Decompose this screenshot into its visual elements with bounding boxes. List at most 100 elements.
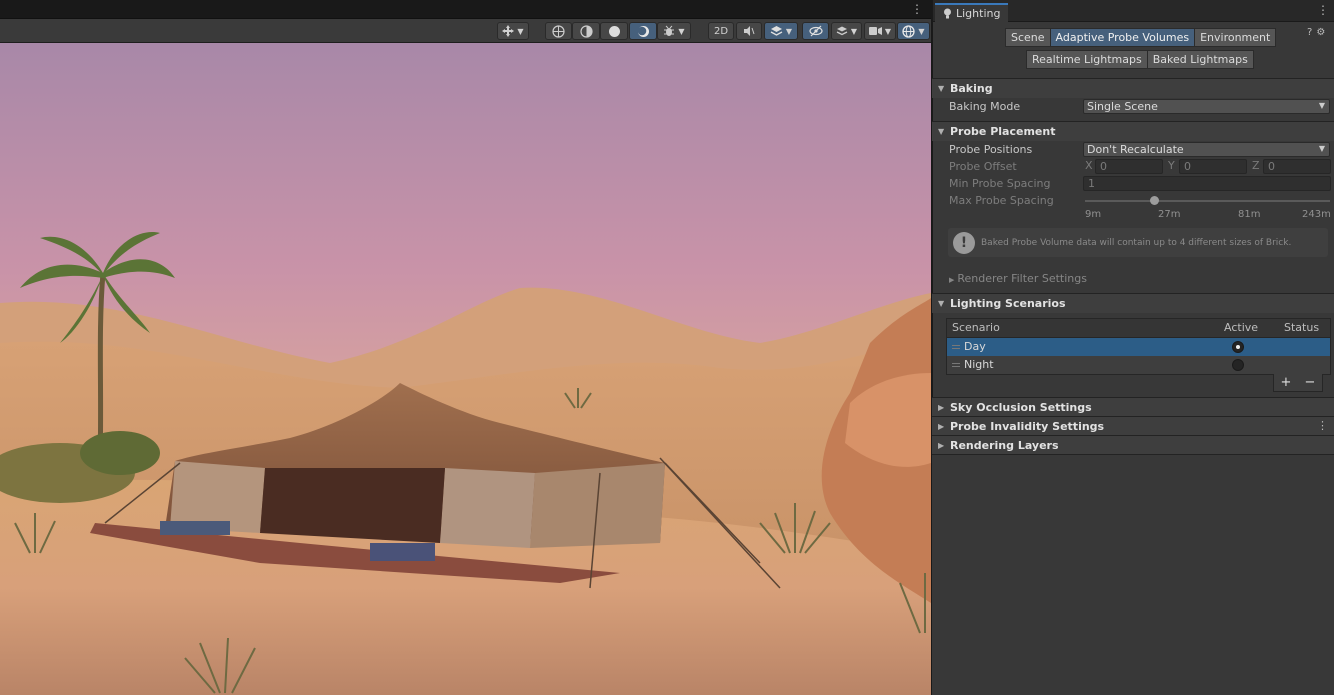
table-row[interactable]: Night [947,356,1330,374]
renderer-filter-label: Renderer Filter Settings [957,272,1087,285]
scenarios-table-header: Scenario Active Status [947,319,1330,338]
audio-toggle-button[interactable] [736,22,762,40]
panel-empty-area [932,455,1334,695]
add-scenario-button[interactable]: + [1281,375,1292,390]
offset-z-field[interactable]: 0 [1263,159,1331,174]
section-lighting-scenarios[interactable]: ▼ Lighting Scenarios [932,293,1334,313]
table-row[interactable]: Day [947,338,1330,356]
stack-icon [836,26,848,36]
effects-toggle-button[interactable]: ▼ [764,22,798,40]
camera-settings-button[interactable]: ▼ [864,22,896,40]
window-tab-bar: Lighting ⋮ [933,0,1334,22]
lighting-tab-label: Lighting [956,7,1001,20]
scene-tab-strip: ⋮ [0,0,931,19]
scenario-name: Day [964,340,986,353]
kebab-menu-icon[interactable]: ⋮ [911,2,923,16]
probe-positions-value: Don't Recalculate [1087,143,1184,156]
layers-visibility-button[interactable]: ▼ [831,22,862,40]
gear-icon[interactable]: ⚙ [1316,27,1325,38]
col-scenario: Scenario [952,321,1000,334]
gizmos-button[interactable]: ▼ [897,22,930,40]
foldout-open-icon: ▼ [938,299,945,308]
scenario-name: Night [964,358,994,371]
tab-scene[interactable]: Scene [1005,28,1051,47]
tab-baked-lightmaps[interactable]: Baked Lightmaps [1146,50,1254,69]
section-rendering-layers[interactable]: ▶ Rendering Layers [932,435,1334,455]
section-rendering-layers-title: Rendering Layers [950,438,1059,452]
offset-y-field[interactable]: 0 [1179,159,1247,174]
section-baking[interactable]: ▼ Baking [932,78,1334,98]
min-probe-spacing-field[interactable]: 1 [1083,176,1331,191]
section-sky-occlusion-title: Sky Occlusion Settings [950,401,1092,414]
sphere-solid-icon [608,25,620,37]
probe-offset-label: Probe Offset [949,160,1017,173]
spacing-tick-243m: 243m [1302,209,1331,220]
speaker-icon [744,26,755,36]
layers-effects-icon [770,26,783,36]
renderer-filter-foldout[interactable]: ▶ Renderer Filter Settings [949,272,1087,285]
baking-mode-dropdown[interactable]: Single Scene ▼ [1083,99,1330,114]
min-probe-spacing-label: Min Probe Spacing [949,177,1051,190]
globe-half-icon [579,24,593,38]
foldout-open-icon: ▼ [938,127,945,136]
lighting-debug-button[interactable] [629,22,657,40]
move-icon [502,25,515,37]
help-icon[interactable]: ? [1307,27,1312,38]
remove-scenario-button[interactable]: − [1305,375,1316,390]
lightbulb-icon [944,8,951,19]
section-probe-invalidity[interactable]: ▶ Probe Invalidity Settings ⋮ [932,416,1334,436]
dropdown-arrow-icon: ▼ [1318,144,1325,153]
section-probe-placement[interactable]: ▼ Probe Placement [932,121,1334,141]
active-radio[interactable] [1232,359,1244,371]
shaded-wireframe-button[interactable] [572,22,600,40]
info-exclamation-icon: ! [953,231,975,254]
toggle-2d-button[interactable]: 2D [708,22,734,40]
hidden-objects-toggle-button[interactable] [802,22,829,40]
foldout-open-icon: ▼ [938,84,945,93]
section-baking-title: Baking [950,82,993,95]
scene-toolbar: ▼ ▼ 2D ▼ ▼ ▼ ▼ [0,19,931,43]
bug-icon [664,25,675,36]
offset-x-field[interactable]: 0 [1095,159,1163,174]
lighting-tab[interactable]: Lighting [935,3,1009,22]
foldout-closed-icon: ▶ [949,276,955,284]
window-menu-icon[interactable]: ⋮ [1317,3,1329,17]
offset-y-label: Y [1168,159,1175,172]
max-spacing-slider-track[interactable] [1085,200,1330,202]
col-active: Active [1224,321,1259,334]
tab-environment[interactable]: Environment [1194,28,1277,47]
debug-draw-mode-button[interactable]: ▼ [657,22,691,40]
max-spacing-slider-thumb[interactable] [1149,196,1159,205]
globe-wire-icon [552,24,565,38]
dropdown-arrow-icon: ▼ [1318,101,1325,110]
col-status: Status [1284,321,1320,334]
drag-handle-icon[interactable] [952,345,960,349]
eye-slash-icon [808,25,823,37]
offset-z-label: Z [1252,159,1260,172]
section-menu-icon[interactable]: ⋮ [1317,419,1328,432]
sphere-lit-icon [637,25,649,37]
tab-adaptive-probe-volumes[interactable]: Adaptive Probe Volumes [1049,28,1196,47]
camera-icon [868,27,882,35]
tab-realtime-lightmaps[interactable]: Realtime Lightmaps [1026,50,1148,69]
section-sky-occlusion[interactable]: ▶ Sky Occlusion Settings [932,397,1334,417]
scene-viewport-image[interactable] [0,43,931,695]
probe-positions-dropdown[interactable]: Don't Recalculate ▼ [1083,142,1330,157]
header-icons: ? ⚙ [1307,27,1328,38]
shaded-button[interactable] [600,22,628,40]
scenarios-table: Scenario Active Status Day Night [946,318,1331,375]
gizmo-globe-icon [902,24,916,38]
baking-mode-value: Single Scene [1087,100,1158,113]
foldout-closed-icon: ▶ [938,403,945,412]
info-helpbox: ! Baked Probe Volume data will contain u… [948,228,1328,257]
drag-handle-icon[interactable] [952,363,960,367]
scene-view: ⋮ ▼ ▼ 2D ▼ ▼ ▼ ▼ [0,0,931,695]
section-probe-invalidity-title: Probe Invalidity Settings [950,420,1105,433]
active-radio[interactable] [1232,341,1244,353]
transform-tool-button[interactable]: ▼ [497,22,529,40]
spacing-tick-81m: 81m [1238,209,1261,220]
section-probe-placement-title: Probe Placement [950,125,1056,138]
section-lighting-scenarios-title: Lighting Scenarios [950,297,1066,310]
wireframe-shading-button[interactable] [545,22,572,40]
max-probe-spacing-label: Max Probe Spacing [949,194,1054,207]
